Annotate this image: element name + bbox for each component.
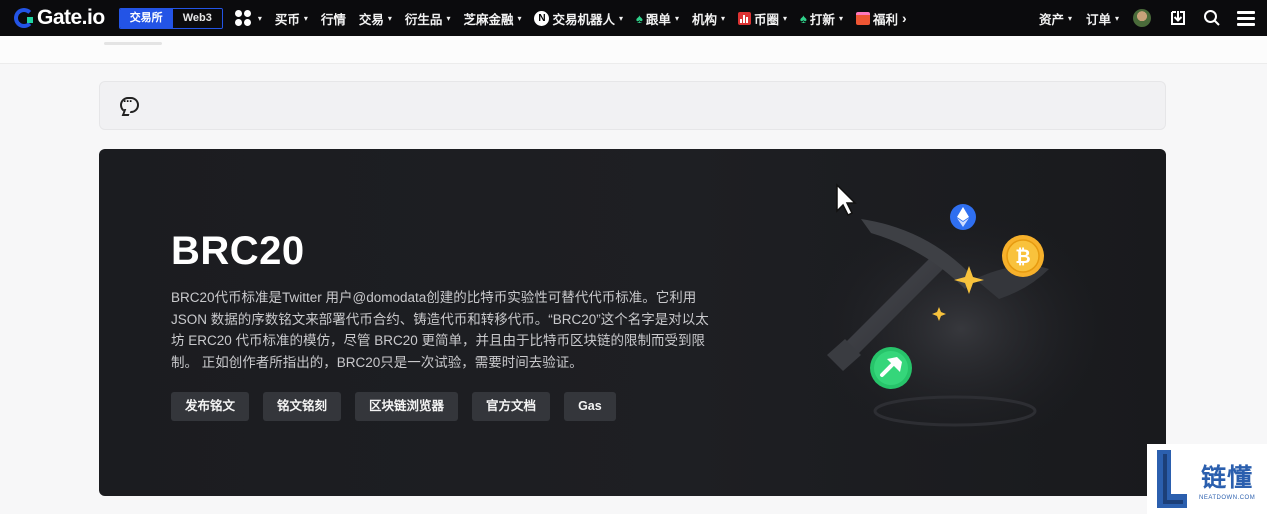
- svg-text:₿: ₿: [1015, 246, 1030, 268]
- banner-description: BRC20代币标准是Twitter 用户@domodata创建的比特币实验性可替…: [171, 290, 709, 370]
- bar-chart-icon: [737, 11, 751, 25]
- chevron-down-icon: ▾: [619, 13, 624, 23]
- nav-item-orders[interactable]: 订单 ▾: [1086, 9, 1119, 28]
- hammer-badge-icon: [870, 347, 912, 389]
- neatdown-logo-icon: [1157, 450, 1187, 508]
- watermark-cn: 链懂: [1201, 462, 1254, 492]
- hamburger-menu-icon[interactable]: [1237, 10, 1255, 26]
- nav-item-label: 买币: [274, 12, 300, 27]
- banner-button-row: 发布铭文 铭文铭刻 区块链浏览器 官方文档 Gas: [171, 392, 616, 421]
- mode-switch: 交易所 Web3: [118, 7, 223, 29]
- nav-item-label: 芝麻金融: [463, 12, 514, 27]
- nav-item-rewards[interactable]: 福利 ›: [855, 9, 907, 28]
- nav-item-label: 打新: [809, 12, 835, 27]
- nav-right-group: 资产 ▾ 订单 ▾: [1039, 0, 1255, 36]
- bot-n-icon: N: [534, 10, 550, 26]
- chevron-down-icon: ▾: [674, 13, 679, 23]
- nav-item-label: 机构: [691, 12, 717, 27]
- nav-item-label: 行情: [320, 12, 346, 27]
- mining-illustration: ₿: [811, 183, 1111, 449]
- brc20-banner: BRC20 BRC20代币标准是Twitter 用户@domodata创建的比特…: [99, 149, 1166, 496]
- top-nav-bar: Gate.io 交易所 Web3 ▾ 买币 ▾ 行情 交易 ▾ 衍生品 ▾ 芝麻…: [0, 0, 1267, 36]
- tab-underline-stub: [104, 42, 162, 45]
- chevron-down-icon: ▾: [1067, 13, 1072, 23]
- chevron-down-icon: ▾: [446, 13, 451, 23]
- official-docs-button[interactable]: 官方文档: [472, 392, 551, 421]
- nav-item-label: 福利: [872, 12, 898, 27]
- gas-button[interactable]: Gas: [564, 392, 616, 421]
- publish-inscription-button[interactable]: 发布铭文: [171, 392, 250, 421]
- chat-bubble-icon: [120, 94, 139, 113]
- nav-item-buy-crypto[interactable]: 买币 ▾: [275, 9, 308, 28]
- watermark-en: NEATDOWN.COM: [1199, 494, 1256, 501]
- inscribe-button[interactable]: 铭文铭刻: [263, 392, 342, 421]
- search-icon[interactable]: [1203, 9, 1221, 27]
- nav-item-finance[interactable]: 芝麻金融 ▾: [463, 9, 521, 28]
- nav-item-trade[interactable]: 交易 ▾: [359, 9, 392, 28]
- nav-item-label: 资产: [1038, 12, 1064, 27]
- nav-item-label: 币圈: [753, 12, 779, 27]
- nav-item-markets[interactable]: 行情: [321, 9, 346, 28]
- chevron-down-icon: ▾: [303, 13, 308, 23]
- nav-item-label: 交易: [358, 12, 384, 27]
- nav-item-label: 跟单: [645, 12, 671, 27]
- nav-item-copy-trading[interactable]: ♠ 跟单 ▾: [636, 9, 679, 28]
- nav-item-label: 交易机器人: [552, 12, 615, 27]
- chevron-down-icon: ▾: [387, 13, 392, 23]
- gate-logo[interactable]: Gate.io: [14, 6, 105, 30]
- chevron-down-icon: ▾: [720, 13, 725, 23]
- nav-item-trading-bot[interactable]: N 交易机器人 ▾: [534, 9, 623, 28]
- download-icon[interactable]: [1169, 9, 1187, 27]
- chevron-down-icon: ▾: [517, 13, 522, 23]
- comment-input-bar[interactable]: [99, 81, 1166, 130]
- logo-text: Gate.io: [37, 6, 105, 29]
- ethereum-coin-icon: [950, 204, 976, 230]
- mode-exchange-tab[interactable]: 交易所: [119, 8, 173, 28]
- nav-item-crypto-circle[interactable]: 币圈 ▾: [737, 9, 788, 28]
- subheader-strip: [0, 36, 1267, 64]
- chevron-down-icon: ▾: [838, 13, 843, 23]
- chevron-right-icon: ›: [901, 10, 907, 26]
- leaf-icon: ♠: [636, 10, 643, 26]
- nav-item-institutional[interactable]: 机构 ▾: [692, 9, 725, 28]
- neatdown-watermark: 链懂 NEATDOWN.COM: [1147, 444, 1267, 514]
- leaf-icon: ♠: [800, 10, 807, 26]
- gift-icon: [855, 11, 870, 25]
- mode-web3-tab[interactable]: Web3: [172, 8, 222, 28]
- gate-logo-icon: [14, 8, 34, 28]
- user-avatar[interactable]: [1133, 9, 1151, 27]
- nav-item-assets[interactable]: 资产 ▾: [1039, 9, 1072, 28]
- banner-title: BRC20: [171, 229, 305, 273]
- mouse-cursor-icon: [836, 183, 857, 217]
- chevron-down-icon: ▾: [783, 13, 788, 23]
- apps-menu[interactable]: ▾: [234, 10, 262, 26]
- bitcoin-coin-icon: ₿: [1002, 235, 1044, 277]
- nav-item-derivatives[interactable]: 衍生品 ▾: [405, 9, 451, 28]
- apps-grid-icon: [234, 10, 251, 26]
- nav-menu: ▾ 买币 ▾ 行情 交易 ▾ 衍生品 ▾ 芝麻金融 ▾ N 交易机器人 ▾ ♠ …: [234, 9, 920, 28]
- background-glow: [811, 209, 1111, 449]
- watermark-text: 链懂 NEATDOWN.COM: [1199, 458, 1255, 501]
- blockchain-explorer-button[interactable]: 区块链浏览器: [355, 392, 459, 421]
- nav-item-new-listings[interactable]: ♠ 打新 ▾: [800, 9, 843, 28]
- nav-item-label: 衍生品: [404, 12, 443, 27]
- chevron-down-icon: ▾: [257, 13, 262, 23]
- chevron-down-icon: ▾: [1114, 13, 1119, 23]
- nav-item-label: 订单: [1085, 12, 1111, 27]
